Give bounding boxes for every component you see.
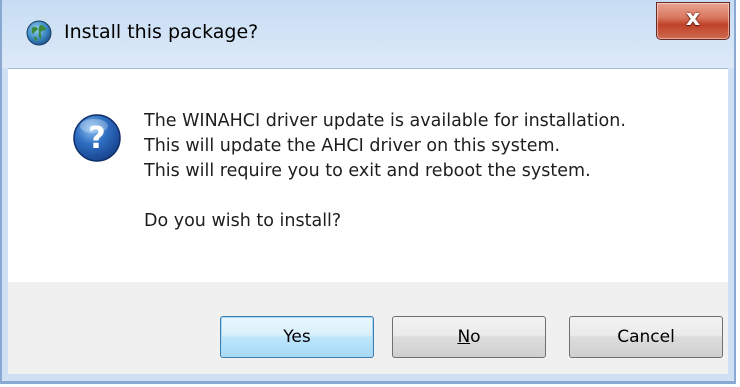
button-bar: Yes No Cancel <box>8 282 728 374</box>
message-text: The WINAHCI driver update is available f… <box>144 109 626 234</box>
message-line: This will require you to exit and reboot… <box>144 161 591 181</box>
cancel-label: Cancel <box>617 327 675 347</box>
svg-text:?: ? <box>88 121 105 156</box>
message-line: The WINAHCI driver update is available f… <box>144 111 626 131</box>
message-line: This will update the AHCI driver on this… <box>144 136 561 156</box>
window-title: Install this package? <box>64 21 259 43</box>
globe-icon <box>26 20 52 46</box>
dialog-window: Install this package? x ? The WINAHCI dr… <box>0 0 736 384</box>
close-icon: x <box>685 6 701 31</box>
close-button[interactable]: x <box>656 2 730 40</box>
no-mnemonic: N <box>457 327 471 347</box>
prompt-text: Do you wish to install? <box>144 211 342 231</box>
yes-button[interactable]: Yes <box>220 316 374 358</box>
no-label-rest: o <box>470 327 481 347</box>
yes-label: Yes <box>283 327 311 347</box>
no-button[interactable]: No <box>392 316 546 358</box>
message-area: ? The WINAHCI driver update is available… <box>8 68 728 282</box>
title-bar[interactable]: Install this package? x <box>2 0 734 68</box>
cancel-button[interactable]: Cancel <box>569 316 723 358</box>
question-icon: ? <box>72 113 122 163</box>
